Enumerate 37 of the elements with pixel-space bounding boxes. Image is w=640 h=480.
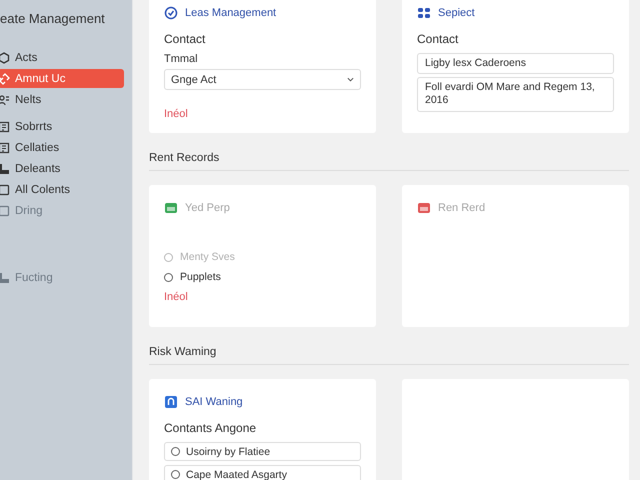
sidebar-item[interactable]: Deleants [0, 159, 124, 178]
people-icon [0, 94, 10, 106]
radio-icon [171, 447, 180, 456]
sidebar-item[interactable]: Cellaties [0, 138, 124, 157]
app-title: eate Management [0, 11, 105, 26]
doc-icon [0, 120, 10, 132]
link-icon [0, 72, 10, 84]
sidebar-item[interactable]: Nelts [0, 90, 124, 109]
link[interactable]: Inéol [164, 108, 188, 120]
card-title: Ren Rerd [417, 201, 486, 215]
hexagon-icon [0, 52, 10, 64]
caret-icon [347, 76, 354, 83]
sidebar-item[interactable]: Acts [0, 48, 124, 67]
doc-icon [0, 142, 10, 154]
corner-icon [0, 272, 10, 284]
section-heading: Rent Records [149, 152, 220, 164]
card-title: SAI Waning [164, 395, 243, 409]
radio-icon [164, 252, 173, 262]
radio-field[interactable]: Usoirny by Flatiee [164, 442, 361, 461]
section-label: Contants Angone [164, 421, 256, 435]
section-heading: Risk Waming [149, 346, 216, 358]
card-title: Leas Management [164, 6, 276, 20]
radio-field[interactable]: Cape Maated Asgarty [164, 465, 361, 480]
dropdown[interactable]: Gnge Act [164, 69, 361, 90]
section-label: Contact [164, 32, 206, 46]
sidebar-item[interactable]: All Colents [0, 180, 124, 199]
radio-icon [164, 272, 173, 282]
radio-icon [171, 470, 180, 479]
field-label: Tmmal [164, 53, 198, 65]
corner-icon [0, 162, 10, 174]
sidebar-item[interactable]: Amnut Uc [0, 69, 124, 88]
section-label: Contact [417, 32, 458, 46]
input-field[interactable]: Ligby lesx Caderoens [417, 53, 614, 74]
card-title: Sepiect [417, 6, 475, 20]
card-title: Yed Perp [164, 201, 230, 215]
text-area[interactable]: Foll evardi OM Mare and Regem 13, 2016 [417, 77, 614, 112]
sidebar-item[interactable]: Sobrrts [0, 117, 124, 136]
